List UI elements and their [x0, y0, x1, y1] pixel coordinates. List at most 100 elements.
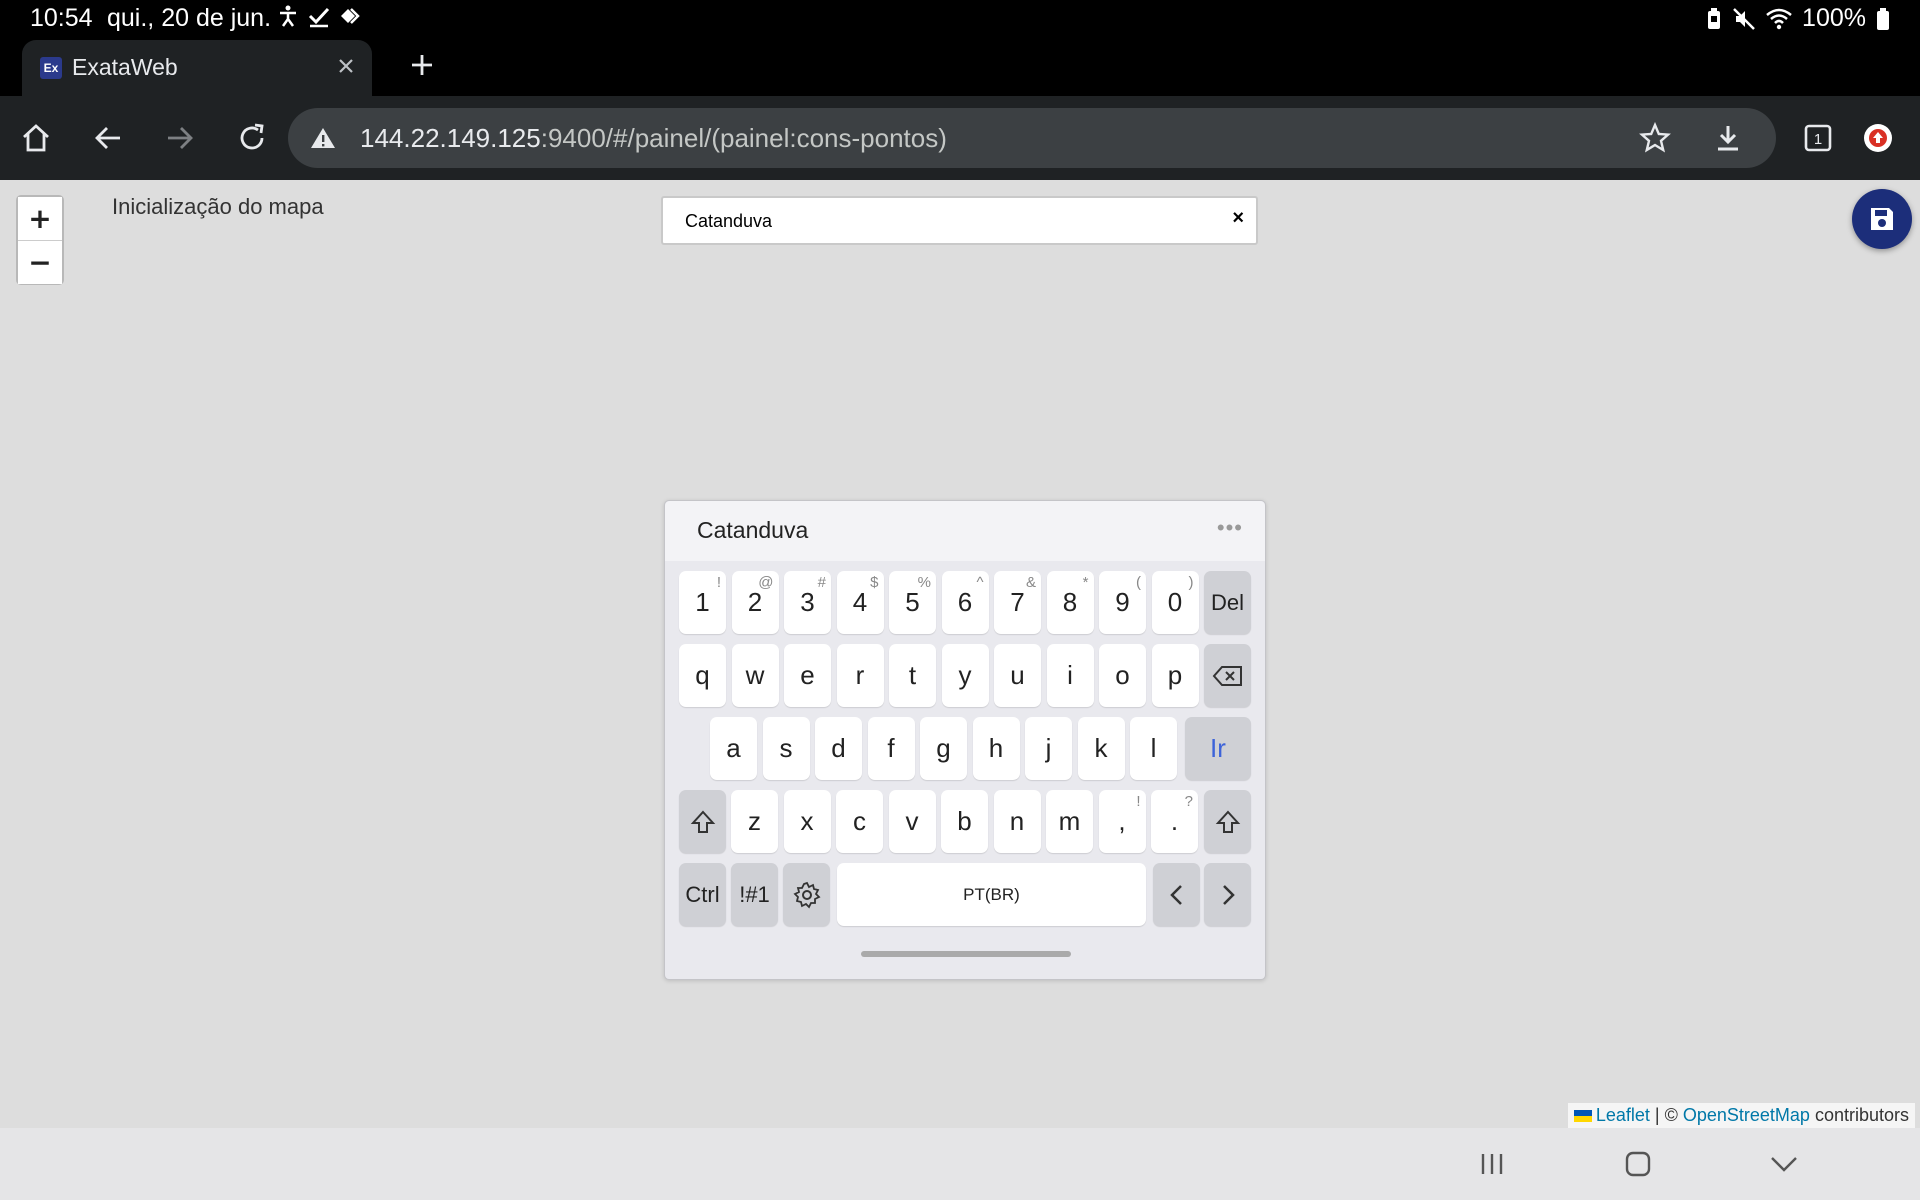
key-b[interactable]: b — [941, 790, 988, 853]
reload-icon[interactable] — [230, 116, 274, 160]
key-l[interactable]: l — [1130, 717, 1177, 780]
key-shift-left[interactable] — [679, 790, 726, 853]
key-8[interactable]: 8 * — [1046, 571, 1094, 634]
key-ctrl[interactable]: Ctrl — [679, 863, 726, 926]
key-s[interactable]: s — [762, 717, 810, 780]
key-secondary-label: # — [817, 574, 826, 591]
shift-icon — [1215, 810, 1240, 833]
home-nav-icon[interactable] — [1618, 1148, 1658, 1180]
key-i[interactable]: i — [1046, 644, 1094, 707]
key-d[interactable]: d — [815, 717, 862, 780]
key-t[interactable]: t — [889, 644, 936, 707]
bookmark-star-icon[interactable] — [1633, 116, 1677, 160]
go-label: Ir — [1210, 733, 1226, 763]
attribution-separator: | © — [1654, 1105, 1678, 1125]
key-label: 1 — [695, 587, 710, 617]
not-secure-warning-icon[interactable] — [310, 126, 336, 155]
url-path: :9400/#/painel/(painel:cons-pontos) — [540, 123, 947, 153]
key-go[interactable]: Ir — [1185, 717, 1251, 780]
key-label: t — [908, 660, 917, 690]
key-label: 5 — [905, 587, 920, 617]
key-z[interactable]: z — [731, 790, 778, 853]
search-box: × — [661, 196, 1258, 245]
key-1[interactable]: 1! — [679, 571, 726, 634]
back-icon[interactable] — [86, 116, 130, 160]
key-period[interactable]: .? — [1151, 790, 1198, 853]
key-c[interactable]: c — [836, 790, 883, 853]
key-label: 3 — [800, 587, 815, 617]
key-9[interactable]: 9( — [1099, 571, 1146, 634]
hide-keyboard-icon[interactable] — [1764, 1148, 1804, 1180]
home-icon[interactable] — [14, 116, 58, 160]
key-x[interactable]: x — [783, 790, 831, 853]
more-options-icon[interactable]: ••• — [1217, 515, 1243, 541]
key-label: 9 — [1115, 587, 1130, 617]
key-label: v — [905, 806, 919, 836]
key-symbols[interactable]: !#1 — [731, 863, 778, 926]
key-label: k — [1094, 733, 1108, 763]
new-tab-icon[interactable] — [405, 48, 439, 82]
key-secondary-label: ! — [1136, 793, 1141, 810]
openstreetmap-link[interactable]: OpenStreetMap — [1683, 1105, 1810, 1125]
key-6[interactable]: 6 ^ — [941, 571, 989, 634]
key-r[interactable]: r — [836, 644, 884, 707]
key-h[interactable]: h — [972, 717, 1020, 780]
key-e[interactable]: e — [784, 644, 831, 707]
svg-text:1: 1 — [1814, 131, 1822, 148]
key-q[interactable]: q — [679, 644, 726, 707]
key-shift-right[interactable] — [1204, 790, 1251, 853]
key-y[interactable]: y — [941, 644, 989, 707]
key-label: i — [1067, 660, 1073, 690]
url-text[interactable]: 144.22.149.125:9400/#/painel/(painel:con… — [360, 123, 947, 154]
tab-switcher-icon[interactable]: 1 — [1796, 116, 1840, 160]
key-cursor-right[interactable] — [1204, 863, 1251, 926]
zoom-control: + − — [16, 195, 64, 285]
key-5[interactable]: 5% — [889, 571, 936, 634]
save-button[interactable] — [1852, 189, 1912, 249]
search-input[interactable] — [685, 208, 1205, 234]
key-w[interactable]: w — [731, 644, 779, 707]
key-comma[interactable]: ,! — [1098, 790, 1146, 853]
key-n[interactable]: n — [993, 790, 1041, 853]
download-icon[interactable] — [1706, 116, 1750, 160]
key-backspace[interactable] — [1204, 644, 1251, 707]
key-o[interactable]: o — [1099, 644, 1146, 707]
leaflet-link[interactable]: Leaflet — [1596, 1105, 1650, 1125]
key-a[interactable]: a — [710, 717, 757, 780]
key-label: 6 — [957, 587, 973, 617]
key-v[interactable]: v — [888, 790, 936, 853]
map-status-text: Inicialização do mapa — [112, 194, 324, 219]
key-2[interactable]: 2 @ — [731, 571, 779, 634]
key-k[interactable]: k — [1077, 717, 1125, 780]
key-secondary-label: % — [917, 574, 931, 591]
forward-icon[interactable] — [158, 116, 202, 160]
key-3[interactable]: 3 # — [784, 571, 831, 634]
key-delete[interactable]: Del — [1204, 571, 1251, 634]
key-p[interactable]: p — [1151, 644, 1199, 707]
chevron-left-icon — [1169, 884, 1182, 905]
key-label: q — [695, 660, 710, 690]
key-space[interactable]: PT(BR) — [837, 863, 1146, 926]
suggestion-word[interactable]: Catanduva — [697, 517, 808, 544]
key-4[interactable]: 4 $ — [836, 571, 884, 634]
key-u[interactable]: u — [994, 644, 1041, 707]
key-g[interactable]: g — [920, 717, 967, 780]
close-tab-icon[interactable] — [332, 52, 360, 80]
zoom-out-button[interactable]: − — [18, 241, 62, 284]
address-bar[interactable]: 144.22.149.125:9400/#/painel/(painel:con… — [288, 108, 1776, 168]
browser-toolbar: 144.22.149.125:9400/#/painel/(painel:con… — [0, 96, 1920, 180]
key-m[interactable]: m — [1046, 790, 1093, 853]
keyboard-drag-handle[interactable] — [861, 951, 1071, 957]
key-cursor-left[interactable] — [1153, 863, 1200, 926]
key-j[interactable]: j — [1025, 717, 1072, 780]
key-settings[interactable] — [783, 863, 830, 926]
clear-search-button[interactable]: × — [1232, 207, 1244, 230]
zoom-in-button[interactable]: + — [18, 197, 62, 240]
key-0[interactable]: 0) — [1151, 571, 1199, 634]
key-7[interactable]: 7 & — [994, 571, 1041, 634]
recent-apps-icon[interactable] — [1472, 1148, 1512, 1180]
profile-avatar-icon[interactable] — [1856, 116, 1900, 160]
mute-icon — [1733, 7, 1755, 30]
tab-exataweb[interactable]: Ex ExataWeb — [22, 40, 372, 96]
key-f[interactable]: f — [867, 717, 915, 780]
